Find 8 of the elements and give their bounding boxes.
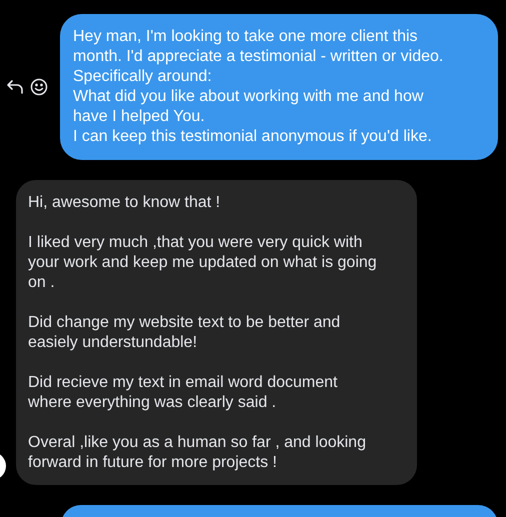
message-text: Did recieve my text in email word document where everything was clearly said . bbox=[28, 373, 338, 413]
reply-icon[interactable] bbox=[6, 79, 24, 95]
message-text: Hey man, I'm looking to take one more client this month. I'd appreciate a testimonial - written or video. Specifically around: What did you like about working with me and how have I helped You. I can keep this testimonial anonymous if you'd like. bbox=[73, 27, 444, 147]
message-text: Hi, awesome to know that ! bbox=[28, 193, 222, 213]
emoji-icon[interactable] bbox=[30, 78, 48, 96]
message-text: I liked very much ,that you were very quick with your work and keep me updated on what is going on . bbox=[28, 233, 378, 293]
message-text: Overal ,like you as a human so far , and looking forward in future for more projects ! bbox=[28, 433, 367, 473]
message-text: Did change my website text to be better and easiely understundable! bbox=[28, 313, 342, 353]
